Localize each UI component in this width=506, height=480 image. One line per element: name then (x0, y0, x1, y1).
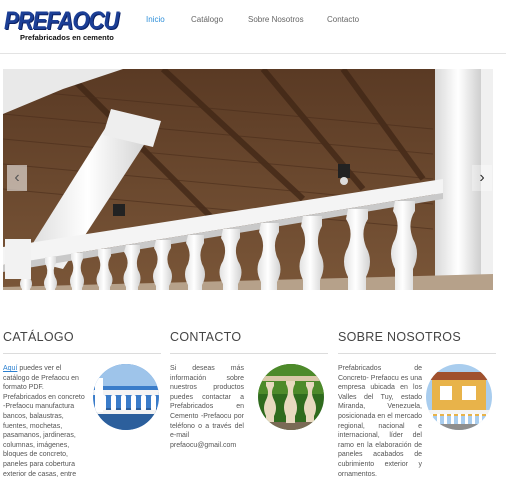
nav-item-inicio[interactable]: Inicio (146, 15, 165, 24)
catalogo-thumbnail-image (93, 364, 159, 430)
logo-tagline: Prefabricados en cemento (20, 33, 114, 42)
catalogo-text-line2: catálogo de Prefaocu en formato PDF. Pre… (3, 374, 85, 478)
catalogo-link[interactable]: Aquí (3, 365, 17, 372)
contacto-text: Si deseas más información sobre nuestros… (170, 365, 244, 449)
nav-item-sobre-nosotros[interactable]: Sobre Nosotros (248, 15, 304, 24)
logo-wordmark: PREFAOCU (4, 6, 119, 35)
contacto-section: CONTACTO Si deseas más información sobre… (170, 330, 328, 450)
slider-prev-arrow-icon[interactable]: ‹ (7, 165, 27, 191)
catalogo-title: CATÁLOGO (3, 330, 161, 354)
site-header: PREFAOCU Prefabricados en cemento Inicio… (0, 0, 506, 54)
sobre-nosotros-text: Prefabricados de Concreto- Prefaocu es u… (338, 365, 422, 478)
slider-next-arrow-icon[interactable]: › (472, 165, 492, 191)
catalogo-section: CATÁLOGO Aquí puedes ver el catálogo de … (3, 330, 161, 480)
sobre-nosotros-thumbnail[interactable] (426, 364, 492, 430)
contacto-thumbnail[interactable] (258, 364, 324, 430)
catalogo-thumbnail[interactable] (93, 364, 159, 430)
site-logo[interactable]: PREFAOCU Prefabricados en cemento (4, 6, 119, 42)
sobre-nosotros-title: SOBRE NOSOTROS (338, 330, 496, 354)
nav-item-catalogo[interactable]: Catálogo (191, 15, 223, 24)
contacto-title: CONTACTO (170, 330, 328, 354)
contacto-thumbnail-image (258, 364, 324, 430)
sobre-nosotros-thumbnail-image (426, 364, 492, 430)
nav-item-contacto[interactable]: Contacto (327, 15, 359, 24)
sobre-nosotros-section: SOBRE NOSOTROS Prefabricados de Concreto… (338, 330, 496, 479)
hero-slide-image (3, 69, 493, 290)
catalogo-text-line1: puedes ver el (17, 365, 62, 372)
hero-slider: ‹ › (3, 69, 493, 290)
